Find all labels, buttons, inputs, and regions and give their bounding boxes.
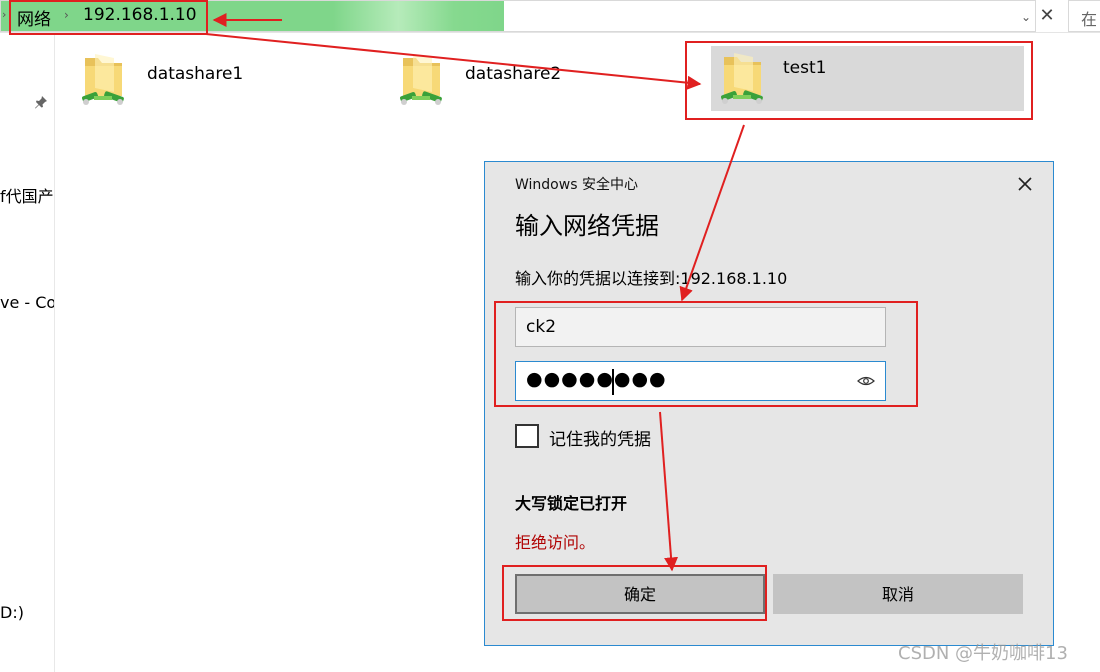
- username-field[interactable]: ck2: [515, 307, 886, 347]
- folder-name: datashare2: [465, 64, 562, 84]
- clear-address-icon[interactable]: ✕: [1036, 3, 1058, 29]
- chevron-down-icon[interactable]: ⌄: [1017, 7, 1035, 27]
- cancel-button[interactable]: 取消: [773, 574, 1023, 614]
- username-value: ck2: [526, 317, 557, 337]
- ok-button[interactable]: 确定: [515, 574, 765, 614]
- watermark: CSDN @牛奶咖啡13: [898, 643, 1068, 664]
- dialog-heading: 输入网络凭据: [515, 212, 659, 240]
- caps-lock-warning: 大写锁定已打开: [515, 494, 628, 513]
- network-folder-icon: [721, 53, 763, 104]
- text-caret: [612, 369, 614, 395]
- network-share-datashare1[interactable]: datashare1: [80, 50, 280, 114]
- breadcrumb-host[interactable]: 192.168.1.10: [83, 5, 197, 25]
- folder-name: datashare1: [147, 64, 244, 84]
- address-field[interactable]: › 网络 › 192.168.1.10 ⌄: [0, 0, 1036, 32]
- remember-credentials-label[interactable]: 记住我的凭据: [549, 425, 651, 450]
- breadcrumb-network[interactable]: 网络: [17, 5, 51, 30]
- remember-credentials-checkbox[interactable]: [515, 424, 539, 448]
- network-share-test1[interactable]: test1: [711, 46, 1024, 111]
- network-share-datashare2[interactable]: datashare2: [398, 50, 598, 114]
- nav-item[interactable]: ve - Co: [0, 293, 54, 312]
- dialog-subtitle: 输入你的凭据以连接到:192.168.1.10: [515, 269, 788, 288]
- chevron-right-icon[interactable]: ›: [64, 8, 69, 22]
- search-placeholder: 在: [1081, 10, 1098, 29]
- credential-dialog: Windows 安全中心 输入网络凭据 输入你的凭据以连接到:192.168.1…: [484, 161, 1054, 646]
- chevron-right-icon[interactable]: ›: [2, 8, 6, 21]
- close-icon[interactable]: [1011, 170, 1039, 198]
- network-folder-icon: [82, 54, 124, 105]
- navigation-pane: f代国产 ve - Co D:): [0, 33, 55, 672]
- folder-name: test1: [783, 58, 827, 78]
- search-input[interactable]: 在: [1068, 0, 1100, 32]
- nav-item[interactable]: f代国产: [0, 183, 54, 207]
- password-field[interactable]: ●●●●●●●●: [515, 361, 886, 401]
- pin-icon[interactable]: [34, 95, 48, 109]
- password-mask: ●●●●●●●●: [526, 368, 667, 390]
- nav-item[interactable]: D:): [0, 603, 24, 622]
- dialog-window-title: Windows 安全中心: [515, 177, 638, 193]
- address-bar: › 网络 › 192.168.1.10 ⌄ ✕ 在: [0, 0, 1100, 33]
- access-denied-error: 拒绝访问。: [515, 533, 596, 552]
- network-folder-icon: [400, 54, 442, 105]
- address-progress-fill: [1, 1, 504, 31]
- eye-icon[interactable]: [857, 375, 875, 387]
